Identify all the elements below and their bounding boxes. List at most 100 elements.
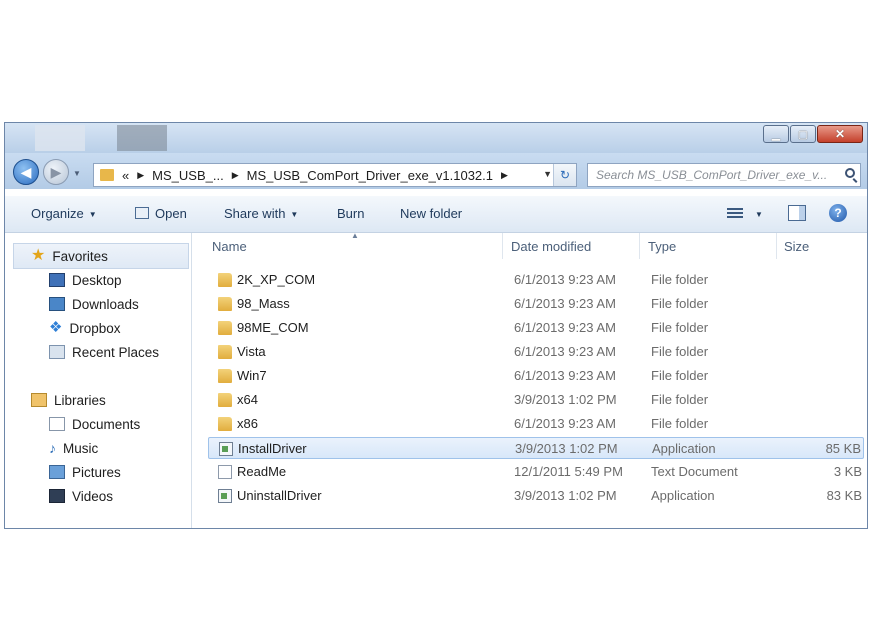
- breadcrumb-separator-icon[interactable]: ▶: [137, 170, 144, 181]
- file-row[interactable]: 98ME_COM 6/1/2013 9:23 AM File folder: [208, 317, 864, 339]
- burn-button[interactable]: Burn: [337, 206, 364, 221]
- column-divider[interactable]: [502, 233, 503, 259]
- file-date-modified: 6/1/2013 9:23 AM: [514, 368, 616, 383]
- music-icon: ♪: [49, 440, 56, 456]
- breadcrumb-item[interactable]: MS_USB_...: [152, 168, 224, 183]
- close-icon: ✕: [834, 127, 846, 141]
- file-type: File folder: [651, 320, 709, 335]
- file-date-modified: 3/9/2013 1:02 PM: [515, 441, 618, 456]
- blurred-region: [117, 125, 167, 151]
- organize-button[interactable]: Organize ▼: [31, 206, 97, 221]
- file-name: InstallDriver: [238, 441, 307, 456]
- explorer-window: ▁ ▢ ✕ ◀ ▶ ▼ « ▶ MS_USB_... ▶ MS_USB_ComP…: [4, 122, 868, 529]
- file-row[interactable]: 2K_XP_COM 6/1/2013 9:23 AM File folder: [208, 269, 864, 291]
- star-icon: ★: [31, 247, 46, 264]
- file-row[interactable]: Vista 6/1/2013 9:23 AM File folder: [208, 341, 864, 363]
- sidebar-item-dropbox[interactable]: ❖ Dropbox: [49, 318, 120, 338]
- search-placeholder: Search MS_USB_ComPort_Driver_exe_v...: [596, 168, 828, 182]
- file-type: File folder: [651, 368, 709, 383]
- preview-pane-icon[interactable]: [788, 205, 806, 221]
- title-bar[interactable]: ▁ ▢ ✕: [5, 123, 867, 153]
- sidebar-item-favorites[interactable]: ★ Favorites: [31, 246, 108, 266]
- sidebar-item-libraries[interactable]: Libraries: [31, 390, 106, 410]
- address-bar[interactable]: « ▶ MS_USB_... ▶ MS_USB_ComPort_Driver_e…: [93, 163, 577, 187]
- open-button[interactable]: Open: [135, 206, 187, 221]
- chevron-down-icon[interactable]: ▼: [755, 210, 763, 219]
- file-name: x86: [237, 416, 258, 431]
- forward-button[interactable]: ▶: [43, 159, 69, 185]
- downloads-icon: [49, 297, 65, 311]
- dropbox-icon: ❖: [49, 319, 63, 336]
- column-divider[interactable]: [776, 233, 777, 259]
- column-divider[interactable]: [639, 233, 640, 259]
- refresh-button[interactable]: ↻: [553, 164, 576, 186]
- text-document-icon: [218, 465, 232, 479]
- sidebar-item-music[interactable]: ♪ Music: [49, 438, 98, 458]
- search-icon[interactable]: [845, 168, 855, 178]
- file-name: 98ME_COM: [237, 320, 309, 335]
- breadcrumb-separator-icon[interactable]: ▶: [501, 170, 508, 181]
- libraries-icon: [31, 393, 47, 407]
- open-label: Open: [155, 206, 187, 221]
- breadcrumb-overflow[interactable]: «: [122, 168, 129, 183]
- minimize-icon: ▁: [771, 128, 781, 141]
- pictures-icon: [49, 465, 65, 479]
- folder-icon: [218, 321, 232, 335]
- file-name: x64: [237, 392, 258, 407]
- file-name: 98_Mass: [237, 296, 290, 311]
- column-header-name[interactable]: Name: [212, 239, 247, 254]
- file-name: Win7: [237, 368, 267, 383]
- share-with-button[interactable]: Share with ▼: [224, 206, 298, 221]
- minimize-button[interactable]: ▁: [763, 125, 789, 143]
- new-folder-button[interactable]: New folder: [400, 206, 462, 221]
- navigation-bar: ◀ ▶ ▼ « ▶ MS_USB_... ▶ MS_USB_ComPort_Dr…: [5, 153, 867, 189]
- sidebar-item-label: Favorites: [52, 248, 108, 264]
- file-date-modified: 6/1/2013 9:23 AM: [514, 272, 616, 287]
- sidebar-item-desktop[interactable]: Desktop: [49, 270, 122, 290]
- back-button[interactable]: ◀: [13, 159, 39, 185]
- change-view-icon[interactable]: [727, 208, 743, 220]
- file-type: File folder: [651, 344, 709, 359]
- file-date-modified: 12/1/2011 5:49 PM: [514, 464, 623, 479]
- file-type: File folder: [651, 416, 709, 431]
- column-header-type[interactable]: Type: [648, 239, 676, 254]
- file-size: 85 KB: [825, 441, 861, 456]
- maximize-button[interactable]: ▢: [790, 125, 816, 143]
- help-icon[interactable]: ?: [829, 204, 847, 222]
- file-row[interactable]: ReadMe 12/1/2011 5:49 PM Text Document 3 KB: [208, 461, 864, 483]
- breadcrumb-separator-icon[interactable]: ▶: [232, 170, 239, 181]
- burn-label: Burn: [337, 206, 365, 221]
- file-row[interactable]: x86 6/1/2013 9:23 AM File folder: [208, 413, 864, 435]
- column-header-size[interactable]: Size: [784, 239, 809, 254]
- file-row[interactable]: x64 3/9/2013 1:02 PM File folder: [208, 389, 864, 411]
- recent-pages-dropdown[interactable]: ▼: [73, 169, 81, 178]
- sidebar-item-downloads[interactable]: Downloads: [49, 294, 139, 314]
- file-row[interactable]: UninstallDriver 3/9/2013 1:02 PM Applicati…: [208, 485, 864, 507]
- sidebar-item-label: Music: [63, 440, 99, 456]
- file-size: 83 KB: [826, 488, 862, 503]
- application-icon: [219, 442, 233, 456]
- sort-ascending-icon: ▲: [351, 231, 359, 240]
- address-dropdown-icon[interactable]: ▼: [543, 169, 552, 179]
- sidebar-item-recent-places[interactable]: Recent Places: [49, 342, 159, 362]
- documents-icon: [49, 417, 65, 431]
- folder-icon: [100, 169, 114, 181]
- file-type: File folder: [651, 392, 709, 407]
- file-row[interactable]: InstallDriver 3/9/2013 1:02 PM Application…: [208, 437, 864, 459]
- new-folder-label: New folder: [400, 206, 463, 221]
- caption-buttons: ▁ ▢ ✕: [762, 125, 863, 143]
- breadcrumb-item[interactable]: MS_USB_ComPort_Driver_exe_v1.1032.1: [247, 168, 493, 183]
- sidebar-item-pictures[interactable]: Pictures: [49, 462, 121, 482]
- sidebar-item-label: Dropbox: [69, 320, 121, 336]
- arrow-left-icon: ◀: [20, 163, 32, 180]
- file-row[interactable]: Win7 6/1/2013 9:23 AM File folder: [208, 365, 864, 387]
- close-button[interactable]: ✕: [817, 125, 863, 143]
- sidebar-item-documents[interactable]: Documents: [49, 414, 140, 434]
- search-input[interactable]: Search MS_USB_ComPort_Driver_exe_v...: [587, 163, 861, 187]
- refresh-icon: ↻: [559, 168, 571, 182]
- sidebar-item-videos[interactable]: Videos: [49, 486, 113, 506]
- column-header-row: ▲ Name Date modified Type Size: [192, 231, 867, 259]
- sidebar-item-label: Desktop: [72, 272, 122, 288]
- column-header-date-modified[interactable]: Date modified: [511, 239, 591, 254]
- file-row[interactable]: 98_Mass 6/1/2013 9:23 AM File folder: [208, 293, 864, 315]
